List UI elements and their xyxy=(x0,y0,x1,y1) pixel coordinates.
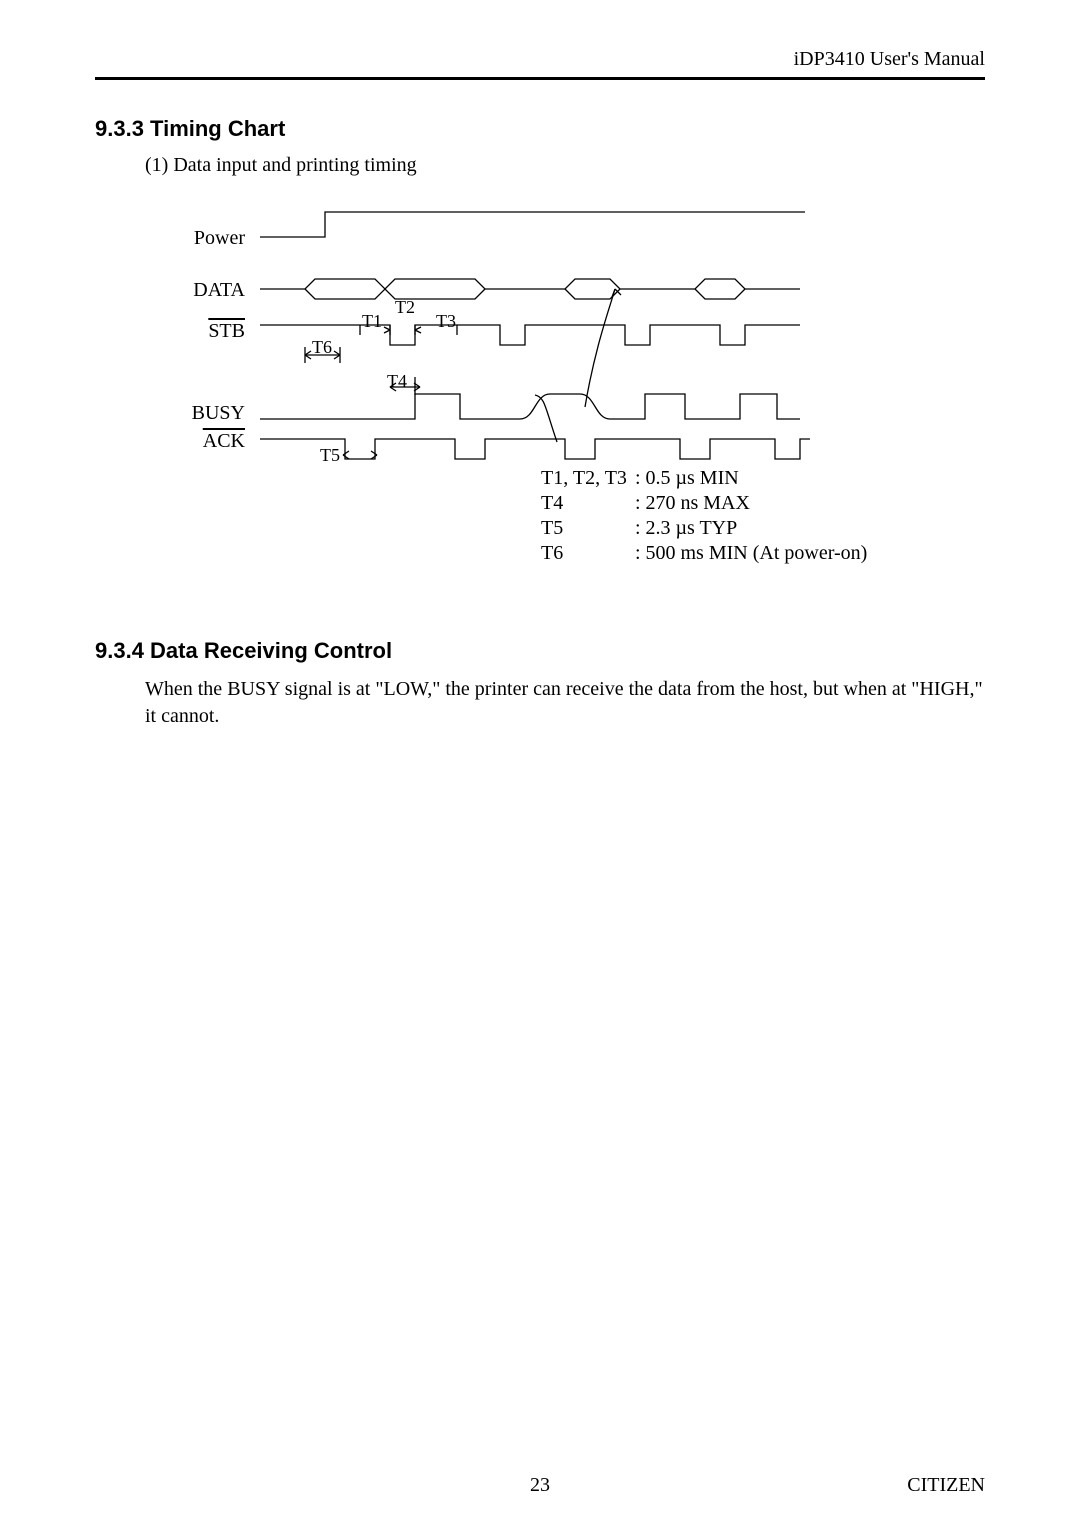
page-number: 23 xyxy=(530,1474,550,1497)
table-row: T6 : 500 ms MIN (At power-on) xyxy=(541,542,873,565)
t5-name: T5 xyxy=(541,517,633,540)
timing-waveforms xyxy=(165,197,915,487)
t1t2t3-name: T1, T2, T3 xyxy=(541,467,633,490)
table-row: T1, T2, T3 : 0.5 µs MIN xyxy=(541,467,873,490)
table-row: T5 : 2.3 µs TYP xyxy=(541,517,873,540)
t1t2t3-val: : 0.5 µs MIN xyxy=(635,467,873,490)
doc-title: iDP3410 User's Manual xyxy=(794,48,985,70)
timing-chart: Power DATA STB BUSY ACK T1 T2 T3 T4 T5 T… xyxy=(165,197,915,622)
t5-val: : 2.3 µs TYP xyxy=(635,517,873,540)
page: iDP3410 User's Manual 9.3.3 Timing Chart… xyxy=(0,0,1080,1528)
t6-name: T6 xyxy=(541,542,633,565)
page-header: iDP3410 User's Manual xyxy=(95,48,985,80)
brand-name: CITIZEN xyxy=(907,1474,985,1497)
section-9-3-4-heading: 9.3.4 Data Receiving Control xyxy=(95,638,985,664)
t6-val: : 500 ms MIN (At power-on) xyxy=(635,542,873,565)
timing-values-table: T1, T2, T3 : 0.5 µs MIN T4 : 270 ns MAX … xyxy=(539,465,875,567)
section-9-3-4-body: When the BUSY signal is at "LOW," the pr… xyxy=(145,676,985,730)
section-9-3-3-heading: 9.3.3 Timing Chart xyxy=(95,116,985,142)
t4-name: T4 xyxy=(541,492,633,515)
t4-val: : 270 ns MAX xyxy=(635,492,873,515)
table-row: T4 : 270 ns MAX xyxy=(541,492,873,515)
section-9-3-3-sub1: (1) Data input and printing timing xyxy=(145,154,985,177)
